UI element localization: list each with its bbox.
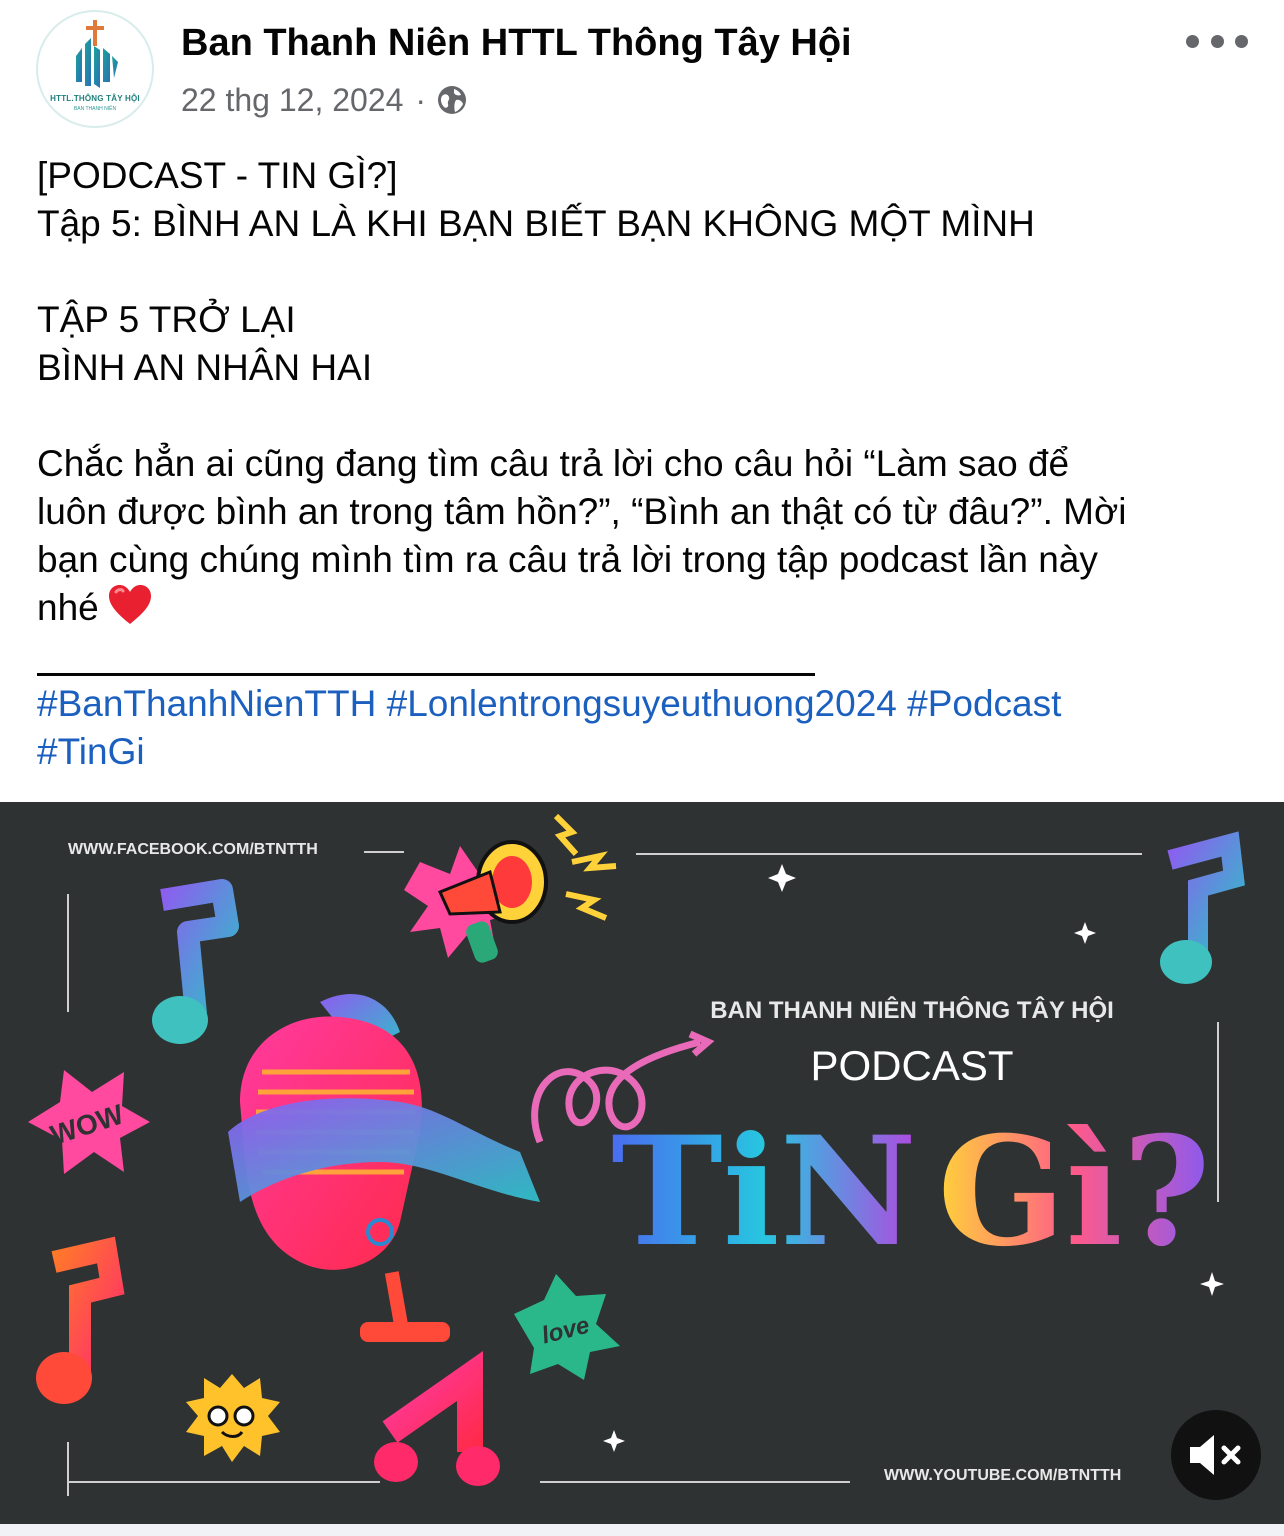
hashtag-link[interactable]: #Podcast (907, 683, 1061, 724)
post-text-line: Tập 5: BÌNH AN LÀ KHI BẠN BIẾT BẠN KHÔNG… (37, 203, 1035, 244)
page-avatar[interactable]: HTTL.THÔNG TÂY HỘI BAN THANH NIÊN (36, 10, 154, 128)
post-date[interactable]: 22 thg 12, 2024 (181, 82, 403, 119)
post-body: [PODCAST - TIN GÌ?] Tập 5: BÌNH AN LÀ KH… (37, 152, 1257, 638)
avatar-logo-text: HTTL.THÔNG TÂY HỘI (50, 94, 140, 103)
post-text-line: [PODCAST - TIN GÌ?] (37, 155, 398, 196)
title-word-tin: TiN (611, 1104, 917, 1280)
podcast-cover-art: WOW love WWW.FACEBOOK.COM/BTNTTH WWW.YOU… (28, 813, 1245, 1496)
speaker-muted-icon (1190, 1435, 1241, 1475)
music-note-right (1160, 831, 1245, 984)
facebook-url-text: WWW.FACEBOOK.COM/BTNTTH (68, 841, 318, 858)
page-name-link[interactable]: Ban Thanh Niên HTTL Thông Tây Hội (181, 22, 852, 65)
globe-icon[interactable] (436, 84, 468, 116)
text-divider (37, 673, 815, 676)
heart-emoji-icon (107, 584, 153, 638)
post-text-line-last: nhé (37, 584, 1257, 638)
more-options-button[interactable] (1186, 24, 1248, 58)
hashtag-link[interactable]: #Lonlentrongsuyeuthuong2024 (387, 683, 897, 724)
post-text-line: luôn được bình an trong tâm hồn?”, “Bình… (37, 491, 1127, 532)
podcast-label-text: PODCAST (810, 1042, 1013, 1089)
hashtag-link[interactable]: #TinGi (37, 731, 145, 772)
hashtag-list: #BanThanhNienTTH #Lonlentrongsuyeuthuong… (37, 680, 1257, 776)
hashtag-link[interactable]: #BanThanhNienTTH (37, 683, 376, 724)
post-text-line: nhé (37, 587, 99, 628)
post-text-line: BÌNH AN NHÂN HAI (37, 347, 373, 388)
music-note-orange (36, 1236, 125, 1404)
youtube-url-text: WWW.YOUTUBE.COM/BTNTTH (884, 1467, 1121, 1484)
music-note-blue (152, 879, 239, 1044)
org-name-text: BAN THANH NIÊN THÔNG TÂY HỘI (710, 996, 1114, 1024)
more-horizontal-icon (1186, 34, 1199, 48)
avatar-logo-subtext: BAN THANH NIÊN (73, 106, 117, 112)
mute-toggle-button[interactable] (1171, 1410, 1261, 1500)
feed-background-strip (0, 1524, 1284, 1536)
music-note-pink (374, 1351, 500, 1486)
post-meta: 22 thg 12, 2024 · (181, 80, 468, 120)
post-text-line: TẬP 5 TRỞ LẠI (37, 299, 296, 340)
title-word-gi: Gì? (938, 1104, 1211, 1280)
post-header: HTTL.THÔNG TÂY HỘI BAN THANH NIÊN Ban Th… (0, 0, 1284, 140)
post-text-line: bạn cùng chúng mình tìm ra câu trả lời t… (37, 539, 1098, 580)
post-text-line: Chắc hẳn ai cũng đang tìm câu trả lời ch… (37, 443, 1070, 484)
meta-separator: · (415, 81, 427, 118)
post-media-video[interactable]: WOW love WWW.FACEBOOK.COM/BTNTTH WWW.YOU… (0, 802, 1284, 1524)
